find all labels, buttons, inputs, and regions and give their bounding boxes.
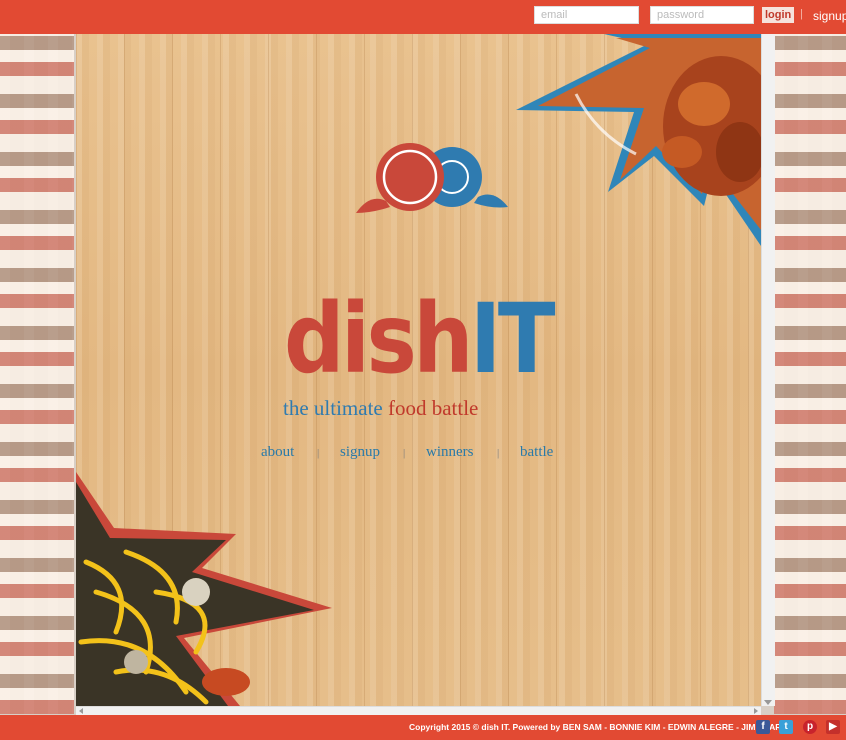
scroll-left-arrow-icon[interactable] (79, 708, 83, 714)
twitter-icon[interactable]: t (779, 720, 793, 734)
nav-separator: | (317, 447, 320, 459)
facebook-icon[interactable]: f (756, 720, 770, 734)
logo-wordmark-text: dishIT (284, 290, 555, 390)
dishit-logo-wordmark: dishIT (284, 290, 558, 390)
tagline-part1: the ultimate (283, 396, 383, 420)
nav-about[interactable]: about (261, 444, 294, 461)
food-collage-right (774, 34, 846, 714)
dish-plates-logo-icon (356, 143, 508, 213)
nav-separator: | (403, 447, 406, 459)
scroll-right-arrow-icon[interactable] (754, 708, 758, 714)
top-bar: login | signup (0, 0, 846, 34)
login-button[interactable]: login (762, 7, 795, 23)
vertical-scrollbar[interactable] (761, 34, 775, 706)
footer: Copyright 2015 © dish IT. Powered by BEN… (0, 715, 846, 740)
scroll-down-arrow-icon[interactable] (764, 700, 772, 705)
pinterest-icon[interactable]: p (803, 720, 817, 734)
signup-link[interactable]: signup (813, 9, 846, 23)
youtube-icon[interactable]: ▶ (826, 720, 840, 734)
password-input[interactable] (650, 6, 754, 24)
nav-winners[interactable]: winners (426, 444, 474, 461)
seafood-pasta-burst-image (76, 472, 332, 706)
tagline: the ultimate food battle (283, 396, 478, 421)
top-separator: | (800, 8, 803, 20)
food-collage-left (0, 34, 74, 714)
nav-signup[interactable]: signup (340, 444, 380, 461)
nav-battle[interactable]: battle (520, 444, 553, 461)
nav-separator: | (497, 447, 500, 459)
tagline-part2: food battle (387, 396, 479, 420)
chicken-wings-burst-image (516, 34, 761, 246)
copyright-text: Copyright 2015 © dish IT. Powered by BEN… (409, 722, 788, 732)
email-input[interactable] (534, 6, 639, 24)
